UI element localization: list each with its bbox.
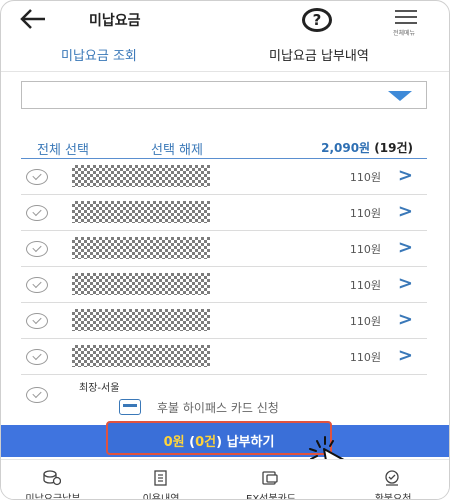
list-item[interactable]: 110원 > <box>21 267 427 303</box>
hipass-apply-link[interactable]: 후불 하이패스 카드 신청 <box>157 399 279 416</box>
unpaid-list: 110원 > 110원 > 110원 > 110원 > 110원 > 110원 … <box>21 159 427 395</box>
checkbox[interactable] <box>26 205 48 221</box>
pay-button[interactable]: 0원 (0건) 납부하기 <box>106 421 332 455</box>
nav-label: EX선불카드 <box>246 494 296 500</box>
list-item[interactable]: 110원 > <box>21 195 427 231</box>
header: 미납요금 ? 전체메뉴 <box>1 1 449 37</box>
menu-icon <box>395 10 417 12</box>
pay-action-label: 납부하기 <box>222 435 275 450</box>
tab-bar: 미납요금 조회 미납요금 납부내역 <box>1 39 449 69</box>
checkbox[interactable] <box>26 277 48 293</box>
document-icon <box>154 470 167 486</box>
menu-label: 전체메뉴 <box>393 30 416 37</box>
nav-label: 이용내역 <box>142 494 180 500</box>
nav-unpaid-payment[interactable]: 미납요금납부 <box>3 466 103 500</box>
masked-route <box>72 273 210 295</box>
checkbox[interactable] <box>26 349 48 365</box>
masked-route <box>72 201 210 223</box>
card-icon <box>262 471 278 485</box>
nav-label: 환불요청 <box>374 494 412 500</box>
app-frame: 미납요금 ? 전체메뉴 미납요금 조회 미납요금 납부내역 전체 선택 선택 해… <box>0 0 450 500</box>
hipass-apply[interactable]: 후불 하이패스 카드 신청 <box>1 395 449 417</box>
back-arrow-icon[interactable] <box>19 8 47 30</box>
masked-route <box>72 237 210 259</box>
coins-icon <box>43 470 61 486</box>
nav-ex-prepaid-card[interactable]: EX선불카드 <box>221 466 321 500</box>
select-all-button[interactable]: 전체 선택 <box>37 139 89 158</box>
deselect-all-button[interactable]: 선택 해제 <box>151 139 203 158</box>
chevron-right-icon[interactable]: > <box>398 309 413 330</box>
checkbox[interactable] <box>26 241 48 257</box>
item-amount: 110원 <box>349 351 381 364</box>
item-amount: 110원 <box>349 243 381 256</box>
page-title: 미납요금 <box>89 13 141 29</box>
total-summary: 2,090원 (19건) <box>321 139 413 156</box>
selection-controls: 전체 선택 선택 해제 2,090원 (19건) <box>1 133 449 158</box>
refund-icon <box>385 470 399 486</box>
masked-route <box>72 165 210 187</box>
checkbox[interactable] <box>26 313 48 329</box>
item-amount: 110원 <box>349 279 381 292</box>
list-item[interactable]: 110원 > <box>21 231 427 267</box>
item-route: 최장-서울 <box>79 383 120 394</box>
chevron-right-icon[interactable]: > <box>398 345 413 366</box>
nav-label: 미납요금납부 <box>25 494 81 500</box>
nav-refund-request[interactable]: 환불요청 <box>343 466 443 500</box>
tab-unpaid-inquiry[interactable]: 미납요금 조회 <box>61 45 137 64</box>
help-icon[interactable]: ? <box>302 8 332 32</box>
list-item[interactable]: 110원 > <box>21 303 427 339</box>
item-amount: 110원 <box>349 207 381 220</box>
menu-button[interactable]: 전체메뉴 <box>393 10 421 37</box>
list-item[interactable]: 110원 > <box>21 339 427 375</box>
divider <box>1 71 449 72</box>
chevron-right-icon[interactable]: > <box>398 201 413 222</box>
total-amount: 2,090원 <box>321 141 371 155</box>
masked-route <box>72 309 210 331</box>
card-icon <box>119 399 141 415</box>
dropdown-arrow-icon <box>388 91 412 101</box>
tab-payment-history[interactable]: 미납요금 납부내역 <box>269 45 369 64</box>
filter-select[interactable] <box>21 81 427 109</box>
nav-usage-history[interactable]: 이용내역 <box>111 466 211 500</box>
checkbox[interactable] <box>26 169 48 185</box>
item-amount: 110원 <box>349 315 381 328</box>
chevron-right-icon[interactable]: > <box>398 165 413 186</box>
item-amount: 110원 <box>349 171 381 184</box>
total-count: (19건) <box>374 141 413 155</box>
list-item[interactable]: 110원 > <box>21 159 427 195</box>
pay-amount: 0원 <box>163 435 185 450</box>
masked-route <box>72 345 210 367</box>
bottom-nav: 미납요금납부 이용내역 EX선불카드 환불요청 <box>1 459 449 500</box>
chevron-right-icon[interactable]: > <box>398 273 413 294</box>
chevron-right-icon[interactable]: > <box>398 237 413 258</box>
pay-count: 0건 <box>195 435 217 450</box>
